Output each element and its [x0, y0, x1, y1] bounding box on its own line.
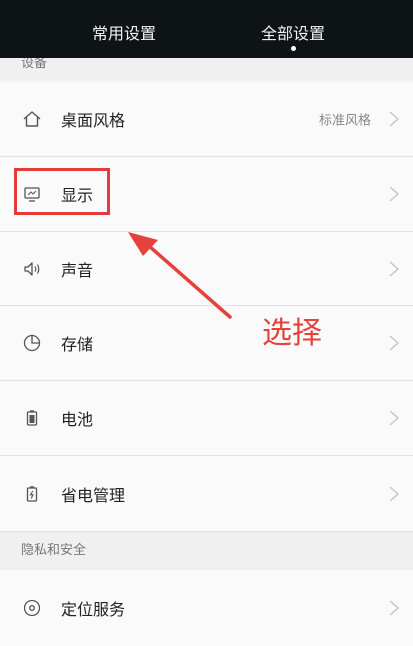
chevron-right-icon [387, 598, 401, 618]
battery-icon [22, 408, 42, 428]
section-title: 隐私和安全 [21, 543, 87, 558]
speaker-icon [22, 259, 42, 279]
tab-common-settings[interactable]: 常用设置 [92, 20, 156, 44]
settings-row-sound[interactable]: 声音 [0, 232, 413, 306]
home-icon [22, 109, 42, 129]
tab-label: 全部设置 [260, 24, 326, 43]
location-pin-icon [22, 598, 42, 618]
section-header-device: 设备 [0, 58, 413, 80]
section-header-privacy: 隐私和安全 [0, 532, 413, 570]
settings-row-location[interactable]: 定位服务 [0, 570, 413, 646]
row-label: 声音 [61, 260, 94, 280]
chevron-right-icon [387, 109, 401, 129]
tab-all-settings[interactable]: 全部设置 [260, 20, 326, 51]
row-label: 电池 [61, 410, 94, 429]
annotation-text: 选择 [262, 316, 322, 351]
chevron-right-icon [387, 259, 401, 279]
chevron-right-icon [387, 184, 401, 204]
row-label: 存储 [61, 335, 94, 354]
selected-tab-indicator [290, 46, 296, 51]
chevron-right-icon [387, 408, 401, 428]
section-title: 设备 [21, 58, 48, 71]
row-value: 标准风格 [318, 113, 371, 129]
settings-row-battery[interactable]: 电池 [0, 381, 413, 456]
tab-label: 常用设置 [91, 24, 157, 43]
row-label: 省电管理 [61, 485, 126, 505]
row-label: 定位服务 [61, 600, 126, 619]
settings-row-storage[interactable]: 存储 [0, 306, 413, 381]
settings-row-power-saving[interactable]: 省电管理 [0, 456, 413, 532]
chevron-right-icon [387, 484, 401, 504]
tab-bar: 常用设置 全部设置 [0, 0, 413, 58]
battery-saver-icon [22, 484, 42, 504]
settings-row-desktop-style[interactable]: 桌面风格 标准风格 [0, 82, 413, 157]
row-label: 桌面风格 [61, 111, 126, 130]
annotation-highlight-box [14, 168, 110, 215]
chevron-right-icon [387, 333, 401, 353]
pie-chart-icon [22, 333, 42, 353]
